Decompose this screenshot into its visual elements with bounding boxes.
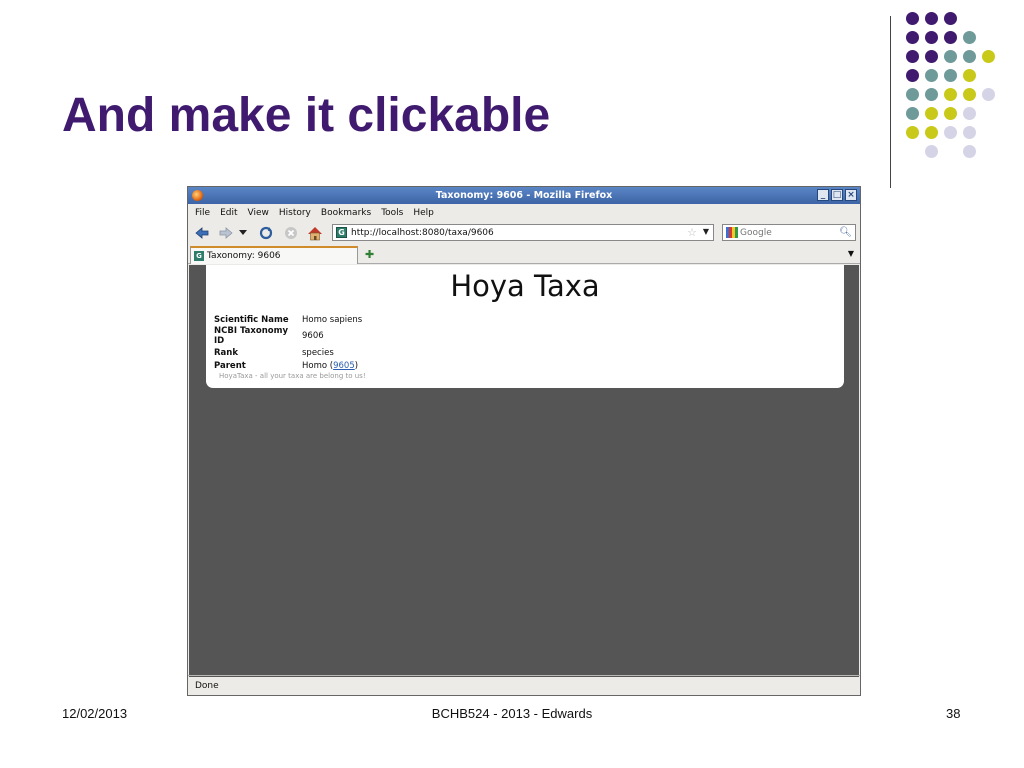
maximize-button[interactable]: □ <box>831 189 843 201</box>
slide-number: 38 <box>946 706 961 721</box>
tab-list-icon[interactable]: ▼ <box>848 249 854 258</box>
slide-title: And make it clickable <box>62 89 551 142</box>
decorative-dot <box>925 107 938 120</box>
home-icon[interactable] <box>307 225 323 241</box>
status-bar: Done <box>188 675 860 695</box>
decorative-dot <box>963 126 976 139</box>
row-label: Rank <box>214 347 238 358</box>
close-button[interactable]: × <box>845 189 857 201</box>
divider-line <box>890 16 891 188</box>
decorative-dot <box>925 69 938 82</box>
reload-icon[interactable] <box>258 225 274 241</box>
menu-edit[interactable]: Edit <box>220 208 237 218</box>
row-value: species <box>302 347 334 358</box>
search-box[interactable]: 🔍︎ <box>722 224 856 241</box>
url-input[interactable] <box>351 227 671 238</box>
menu-bookmarks[interactable]: Bookmarks <box>321 208 371 218</box>
decorative-dot-grid <box>906 12 1010 172</box>
forward-icon[interactable] <box>218 225 234 241</box>
search-engine-icon[interactable] <box>726 227 738 238</box>
menu-tools[interactable]: Tools <box>381 208 403 218</box>
menu-history[interactable]: History <box>279 208 311 218</box>
decorative-dot <box>925 50 938 63</box>
tab-title: Taxonomy: 9606 <box>207 251 281 261</box>
menu-bar: File Edit View History Bookmarks Tools H… <box>188 204 860 221</box>
parent-taxon-link[interactable]: 9605 <box>333 361 355 371</box>
decorative-dot <box>944 50 957 63</box>
page-viewport: Hoya Taxa Scientific Name Homo sapiens N… <box>189 265 859 677</box>
decorative-dot <box>925 126 938 139</box>
tab-bar: G Taxonomy: 9606 ✚ ▼ <box>188 245 860 264</box>
menu-help[interactable]: Help <box>413 208 434 218</box>
page-tagline: HoyaTaxa - all your taxa are belong to u… <box>219 372 366 380</box>
decorative-dot <box>906 50 919 63</box>
decorative-dot <box>982 88 995 101</box>
table-row: Scientific Name Homo sapiens <box>214 313 365 326</box>
decorative-dot <box>944 12 957 25</box>
decorative-dot <box>925 31 938 44</box>
table-row: Rank species <box>214 346 365 359</box>
site-favicon: G <box>336 227 347 238</box>
status-text: Done <box>195 680 219 691</box>
bookmark-star-icon[interactable]: ☆ <box>687 226 697 239</box>
decorative-dot <box>906 69 919 82</box>
decorative-dot <box>963 88 976 101</box>
browser-window: Taxonomy: 9606 - Mozilla Firefox _ □ × F… <box>187 186 861 696</box>
page-heading: Hoya Taxa <box>450 269 600 303</box>
search-input[interactable] <box>740 227 836 238</box>
decorative-dot <box>944 107 957 120</box>
decorative-dot <box>963 31 976 44</box>
table-row: NCBI Taxonomy ID 9606 <box>214 326 365 346</box>
history-dropdown-icon[interactable] <box>238 225 248 241</box>
minimize-button[interactable]: _ <box>817 189 829 201</box>
decorative-dot <box>925 88 938 101</box>
parent-close-paren: ) <box>354 360 359 371</box>
decorative-dot <box>963 107 976 120</box>
decorative-dot <box>944 88 957 101</box>
table-row: Parent Homo (9605) <box>214 359 365 372</box>
window-title: Taxonomy: 9606 - Mozilla Firefox <box>435 190 613 201</box>
menu-view[interactable]: View <box>248 208 269 218</box>
taxon-info-table: Scientific Name Homo sapiens NCBI Taxono… <box>214 313 365 372</box>
row-value: Homo sapiens <box>302 314 363 325</box>
row-value: Homo (9605) <box>302 359 365 372</box>
decorative-dot <box>925 145 938 158</box>
row-label: NCBI Taxonomy ID <box>214 326 289 346</box>
parent-name: Homo <box>302 360 328 371</box>
decorative-dot <box>906 31 919 44</box>
footer-course: BCHB524 - 2013 - Edwards <box>431 706 593 721</box>
back-icon[interactable] <box>194 225 210 241</box>
tab-taxonomy[interactable]: G Taxonomy: 9606 <box>190 246 358 264</box>
address-bar[interactable]: G ☆ ▼ <box>332 224 714 241</box>
window-titlebar[interactable]: Taxonomy: 9606 - Mozilla Firefox _ □ × <box>188 187 860 204</box>
search-icon[interactable]: 🔍︎ <box>839 227 852 238</box>
row-label: Parent <box>214 360 246 371</box>
navigation-toolbar: G ☆ ▼ 🔍︎ <box>188 221 860 245</box>
row-value: 9606 <box>302 331 324 341</box>
decorative-dot <box>982 50 995 63</box>
new-tab-icon[interactable]: ✚ <box>365 248 374 261</box>
menu-file[interactable]: File <box>195 208 210 218</box>
url-dropdown-icon[interactable]: ▼ <box>703 227 709 236</box>
decorative-dot <box>906 88 919 101</box>
decorative-dot <box>963 145 976 158</box>
decorative-dot <box>944 69 957 82</box>
decorative-dot <box>906 126 919 139</box>
row-label: Scientific Name <box>214 314 289 325</box>
decorative-dot <box>906 107 919 120</box>
decorative-dot <box>963 69 976 82</box>
decorative-dot <box>925 12 938 25</box>
tab-favicon: G <box>194 251 204 261</box>
page-card: Hoya Taxa Scientific Name Homo sapiens N… <box>206 265 844 388</box>
stop-icon[interactable] <box>283 225 299 241</box>
decorative-dot <box>944 126 957 139</box>
decorative-dot <box>963 50 976 63</box>
decorative-dot <box>944 31 957 44</box>
decorative-dot <box>906 12 919 25</box>
